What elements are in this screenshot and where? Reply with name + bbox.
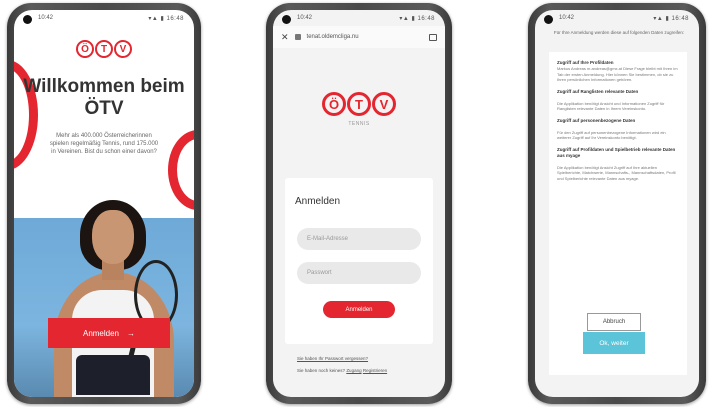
welcome-intro: Mehr als 400.000 Österreicherinnen spiel…	[49, 133, 159, 155]
consent-text: Markus Andreas m.andreas@gmx.at Diese Fr…	[557, 66, 678, 82]
welcome-screen: 10:42 ▾▲ ▮ 16:48 Ö T V Willkommen beim Ö…	[14, 10, 194, 397]
consent-heading: Zugriff auf Ranglisten relevante Daten	[557, 88, 639, 94]
consent-heading: Zugriff auf Profildaten und Spielbetrieb…	[557, 146, 676, 158]
consent-block: Zugriff auf personenbezogene Daten	[557, 118, 679, 124]
phone-consent: 10:42 ▾▲ ▮ 16:48 Für Ihre Anmeldung werd…	[528, 3, 706, 404]
status-bar: 10:42 ▾▲ ▮ 16:48	[14, 10, 194, 26]
login-title: Anmelden	[295, 196, 341, 207]
front-camera	[282, 15, 291, 24]
consent-text: Die Applikation benötigt Ansicht Zugriff…	[557, 164, 676, 181]
status-time: 10:42	[559, 15, 575, 21]
submit-login-button[interactable]: Anmelden	[323, 301, 395, 318]
tabs-icon[interactable]	[429, 33, 437, 41]
consent-heading: Zugriff auf personenbezogene Daten	[557, 117, 636, 123]
status-time: 10:42	[297, 15, 313, 21]
logo-letter: V	[372, 92, 396, 116]
app-showcase: 10:42 ▾▲ ▮ 16:48 Ö T V Willkommen beim Ö…	[0, 0, 713, 407]
front-camera	[23, 15, 32, 24]
consent-block: Die Applikation benötigt Ansicht Zugriff…	[557, 165, 679, 182]
phone-login: 10:42 ▾▲ ▮ 16:48 ✕ tenat.oldemcliga.nu Ö…	[266, 3, 452, 404]
consent-text: Die Applikation benötigt Ansicht und Inf…	[557, 100, 665, 112]
consent-block: Zugriff auf Ranglisten relevante Daten	[557, 89, 679, 95]
register-link[interactable]: Registrieren	[363, 368, 387, 373]
logo-letter: T	[95, 40, 113, 58]
status-bar: 10:42 ▾▲ ▮ 16:48	[535, 10, 699, 26]
login-card: Anmelden E-Mail-Adresse Passwort Anmelde…	[285, 178, 433, 344]
player-face	[92, 210, 134, 264]
logo-letter: Ö	[76, 40, 94, 58]
logo-letter: T	[347, 92, 371, 116]
logo-subtitle: TENNIS	[348, 121, 370, 127]
email-field[interactable]: E-Mail-Adresse	[297, 228, 421, 250]
status-icons: ▾▲ ▮ 16:48	[148, 15, 184, 22]
otv-logo: Ö T V	[14, 40, 194, 58]
close-icon[interactable]: ✕	[281, 32, 289, 43]
access-link[interactable]: Zugang	[346, 368, 361, 373]
forgot-password-link[interactable]: Sie haben Ihr Passwort vergessen?	[297, 356, 368, 361]
login-screen: 10:42 ▾▲ ▮ 16:48 ✕ tenat.oldemcliga.nu Ö…	[273, 10, 445, 397]
register-prefix: Sie haben noch keines?	[297, 368, 346, 373]
decorative-ring	[168, 130, 194, 210]
arrow-right-icon: →	[127, 328, 136, 338]
login-button[interactable]: Anmelden →	[48, 318, 170, 348]
player-shorts	[76, 355, 150, 395]
consent-screen: 10:42 ▾▲ ▮ 16:48 Für Ihre Anmeldung werd…	[535, 10, 699, 397]
phone-welcome: 10:42 ▾▲ ▮ 16:48 Ö T V Willkommen beim Ö…	[7, 3, 201, 404]
otv-logo: Ö T V	[273, 92, 445, 116]
status-icons: ▾▲ ▮ 16:48	[399, 15, 435, 22]
browser-url-bar: ✕ tenat.oldemcliga.nu	[273, 26, 445, 48]
cancel-button[interactable]: Abbruch	[587, 313, 641, 331]
consent-header: Für Ihre Anmeldung werden diese auf folg…	[553, 30, 685, 35]
url-text[interactable]: tenat.oldemcliga.nu	[307, 34, 423, 40]
logo-letter: Ö	[322, 92, 346, 116]
confirm-button[interactable]: Ok, weiter	[583, 332, 645, 354]
front-camera	[544, 15, 553, 24]
consent-text: Für den Zugriff auf personenbezogene Inf…	[557, 129, 666, 141]
login-button-label: Anmelden	[82, 328, 120, 338]
lock-icon	[294, 34, 301, 40]
register-line: Sie haben noch keines? Zugang Registrier…	[297, 368, 387, 373]
consent-block: Die Applikation benötigt Ansicht und Inf…	[557, 101, 679, 112]
consent-block: Zugriff auf Ihre Profildaten Markus Andr…	[557, 60, 679, 83]
consent-block: Für den Zugriff auf personenbezogene Inf…	[557, 130, 679, 141]
status-bar: 10:42 ▾▲ ▮ 16:48	[273, 10, 445, 26]
status-time: 10:42	[38, 15, 54, 21]
consent-block: Zugriff auf Profildaten und Spielbetrieb…	[557, 147, 679, 159]
password-field[interactable]: Passwort	[297, 262, 421, 284]
logo-letter: V	[114, 40, 132, 58]
status-icons: ▾▲ ▮ 16:48	[653, 15, 689, 22]
welcome-title: Willkommen beim ÖTV	[23, 76, 185, 119]
